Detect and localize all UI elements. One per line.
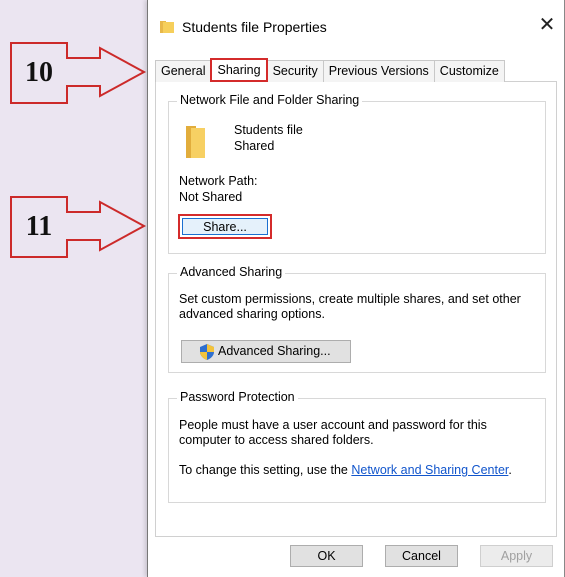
shared-folder-icon <box>186 126 205 158</box>
share-button-highlight: Share... <box>178 214 272 239</box>
callout-10-number: 10 <box>25 57 53 88</box>
callout-11-arrow <box>66 200 147 252</box>
password-protection-group: Password Protection <box>168 390 546 503</box>
advanced-sharing-button-label: Advanced Sharing... <box>218 344 331 358</box>
change-setting-prefix: To change this setting, use the <box>179 463 352 477</box>
change-setting-suffix: . <box>508 463 512 477</box>
ok-button[interactable]: OK <box>290 545 363 567</box>
close-icon[interactable]: ✕ <box>536 14 558 36</box>
callout-10-box: 10 <box>10 42 68 104</box>
network-sharing-title: Network File and Folder Sharing <box>177 93 363 107</box>
advanced-sharing-title: Advanced Sharing <box>177 265 286 279</box>
folder-icon <box>160 21 174 33</box>
apply-button[interactable]: Apply <box>480 545 553 567</box>
cancel-button[interactable]: Cancel <box>385 545 458 567</box>
advanced-sharing-button[interactable]: Advanced Sharing... <box>181 340 351 363</box>
callout-11-box: 11 <box>10 196 68 258</box>
share-button[interactable]: Share... <box>182 218 268 235</box>
password-protection-title: Password Protection <box>177 390 298 404</box>
network-path-value: Not Shared <box>179 190 243 204</box>
network-path-label: Network Path: <box>179 174 258 188</box>
change-setting-text: To change this setting, use the Network … <box>179 463 512 478</box>
uac-shield-icon <box>200 344 214 360</box>
advanced-sharing-description: Set custom permissions, create multiple … <box>179 292 521 321</box>
callout-11-number: 11 <box>25 211 53 242</box>
dialog-title: Students file Properties <box>182 19 327 35</box>
tab-previous-versions[interactable]: Previous Versions <box>322 60 435 82</box>
tab-strip: General Sharing Security Previous Versio… <box>155 58 505 82</box>
tab-customize[interactable]: Customize <box>433 60 505 82</box>
tab-security[interactable]: Security <box>266 60 324 82</box>
tab-general[interactable]: General <box>155 60 212 82</box>
folder-status: Shared <box>234 139 275 153</box>
password-protection-description: People must have a user account and pass… <box>179 418 487 447</box>
callout-10-arrow <box>66 46 147 98</box>
properties-dialog: Students file Properties ✕ General Shari… <box>147 0 565 577</box>
tab-sharing[interactable]: Sharing <box>210 58 268 82</box>
folder-name: Students file <box>234 123 303 137</box>
title-bar[interactable]: Students file Properties ✕ <box>148 0 564 48</box>
network-sharing-center-link[interactable]: Network and Sharing Center <box>351 463 508 477</box>
